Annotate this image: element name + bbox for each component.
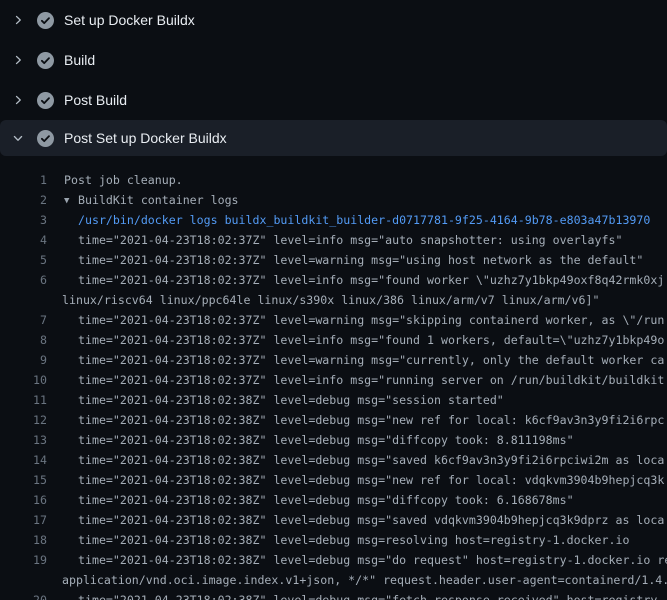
step-title: Post Build: [64, 92, 127, 108]
log-line: 15 time="2021-04-23T18:02:38Z" level=deb…: [0, 470, 667, 490]
log-line-number[interactable]: 9: [0, 353, 47, 367]
log-line-number[interactable]: 15: [0, 473, 47, 487]
log-line-number[interactable]: 13: [0, 433, 47, 447]
log-line: 4 time="2021-04-23T18:02:37Z" level=info…: [0, 230, 667, 250]
log-line-text: time="2021-04-23T18:02:38Z" level=debug …: [78, 493, 574, 507]
check-circle-icon: [37, 92, 54, 109]
log-line: linux/riscv64 linux/ppc64le linux/s390x …: [0, 290, 667, 310]
log-line-text: time="2021-04-23T18:02:37Z" level=info m…: [78, 373, 664, 387]
log-line: application/vnd.oci.image.index.v1+json,…: [0, 570, 667, 590]
step-title: Set up Docker Buildx: [64, 12, 195, 28]
log-line: 18 time="2021-04-23T18:02:38Z" level=deb…: [0, 530, 667, 550]
log-line-text: time="2021-04-23T18:02:37Z" level=info m…: [78, 233, 622, 247]
log-line: 6 time="2021-04-23T18:02:37Z" level=info…: [0, 270, 667, 290]
log-line: 1 Post job cleanup.: [0, 170, 667, 190]
log-line-number[interactable]: 8: [0, 333, 47, 347]
check-circle-icon: [37, 52, 54, 69]
log-line: 7 time="2021-04-23T18:02:37Z" level=warn…: [0, 310, 667, 330]
step-title: Post Set up Docker Buildx: [64, 130, 227, 146]
log-line: 9 time="2021-04-23T18:02:37Z" level=warn…: [0, 350, 667, 370]
log-line-text: time="2021-04-23T18:02:37Z" level=warnin…: [78, 253, 643, 267]
log-line-text: time="2021-04-23T18:02:37Z" level=warnin…: [78, 353, 664, 367]
log-line-number[interactable]: 7: [0, 313, 47, 327]
step-title: Build: [64, 52, 95, 68]
log-line: 11 time="2021-04-23T18:02:38Z" level=deb…: [0, 390, 667, 410]
actions-log-viewer: Set up Docker Buildx Build P: [0, 0, 667, 600]
log-line-number[interactable]: 12: [0, 413, 47, 427]
log-line-text: application/vnd.oci.image.index.v1+json,…: [62, 573, 667, 587]
log-line: 20 time="2021-04-23T18:02:38Z" level=deb…: [0, 590, 667, 600]
log-line-number[interactable]: 20: [0, 593, 47, 600]
steps-list: Set up Docker Buildx Build P: [0, 0, 667, 156]
log-line-number[interactable]: 1: [0, 173, 47, 187]
check-circle-icon: [37, 130, 54, 147]
step-header-post-set-up-docker-buildx[interactable]: Post Set up Docker Buildx: [0, 120, 667, 156]
log-line-number[interactable]: 4: [0, 233, 47, 247]
step-header-set-up-docker-buildx[interactable]: Set up Docker Buildx: [0, 0, 667, 40]
log-line: 8 time="2021-04-23T18:02:37Z" level=info…: [0, 330, 667, 350]
log-line: 2 ▼BuildKit container logs: [0, 190, 667, 210]
check-circle-icon: [37, 12, 54, 29]
log-line-number[interactable]: 17: [0, 513, 47, 527]
log-line: 19 time="2021-04-23T18:02:38Z" level=deb…: [0, 550, 667, 570]
log-line-text: time="2021-04-23T18:02:37Z" level=info m…: [78, 273, 664, 287]
log-line-text: Post job cleanup.: [64, 173, 183, 187]
group-label[interactable]: BuildKit container logs: [78, 193, 239, 207]
log-line-text: time="2021-04-23T18:02:38Z" level=debug …: [78, 413, 664, 427]
log-line-number[interactable]: 19: [0, 553, 47, 567]
log-line: 12 time="2021-04-23T18:02:38Z" level=deb…: [0, 410, 667, 430]
step-header-build[interactable]: Build: [0, 40, 667, 80]
log-line-text: time="2021-04-23T18:02:38Z" level=debug …: [78, 593, 664, 600]
log-line-text: time="2021-04-23T18:02:38Z" level=debug …: [78, 433, 574, 447]
chevron-right-icon: [12, 54, 24, 66]
log-line: 13 time="2021-04-23T18:02:38Z" level=deb…: [0, 430, 667, 450]
group-toggle-icon[interactable]: ▼: [64, 196, 78, 206]
log-line-text[interactable]: ▼BuildKit container logs: [64, 193, 239, 207]
log-line-number[interactable]: 5: [0, 253, 47, 267]
log-line-number[interactable]: 14: [0, 453, 47, 467]
log-line: 10 time="2021-04-23T18:02:37Z" level=inf…: [0, 370, 667, 390]
chevron-right-icon: [12, 14, 24, 26]
log-line-text: time="2021-04-23T18:02:38Z" level=debug …: [78, 553, 667, 567]
log-line-text: linux/riscv64 linux/ppc64le linux/s390x …: [62, 293, 599, 307]
log-line: 3 /usr/bin/docker logs buildx_buildkit_b…: [0, 210, 667, 230]
log-line-number[interactable]: 11: [0, 393, 47, 407]
log-line-number[interactable]: 3: [0, 213, 47, 227]
log-line-text: time="2021-04-23T18:02:38Z" level=debug …: [78, 473, 664, 487]
log-line-number[interactable]: 10: [0, 373, 47, 387]
log-line-number[interactable]: 18: [0, 533, 47, 547]
log-line-text: /usr/bin/docker logs buildx_buildkit_bui…: [78, 213, 650, 227]
chevron-down-icon: [12, 132, 24, 144]
log-line-text: time="2021-04-23T18:02:38Z" level=debug …: [78, 513, 664, 527]
log-line-text: time="2021-04-23T18:02:37Z" level=warnin…: [78, 313, 664, 327]
log-line-text: time="2021-04-23T18:02:38Z" level=debug …: [78, 393, 504, 407]
chevron-right-icon: [12, 94, 24, 106]
log-line-text: time="2021-04-23T18:02:38Z" level=debug …: [78, 533, 629, 547]
log-line: 17 time="2021-04-23T18:02:38Z" level=deb…: [0, 510, 667, 530]
log-line-text: time="2021-04-23T18:02:38Z" level=debug …: [78, 453, 664, 467]
log-line: 14 time="2021-04-23T18:02:38Z" level=deb…: [0, 450, 667, 470]
log-output: 1 Post job cleanup. 2 ▼BuildKit containe…: [0, 160, 667, 600]
log-line-number[interactable]: 2: [0, 193, 47, 207]
log-line-text: time="2021-04-23T18:02:37Z" level=info m…: [78, 333, 664, 347]
log-line: 16 time="2021-04-23T18:02:38Z" level=deb…: [0, 490, 667, 510]
step-header-post-build[interactable]: Post Build: [0, 80, 667, 120]
log-line-number[interactable]: 6: [0, 273, 47, 287]
log-line: 5 time="2021-04-23T18:02:37Z" level=warn…: [0, 250, 667, 270]
log-line-number[interactable]: 16: [0, 493, 47, 507]
